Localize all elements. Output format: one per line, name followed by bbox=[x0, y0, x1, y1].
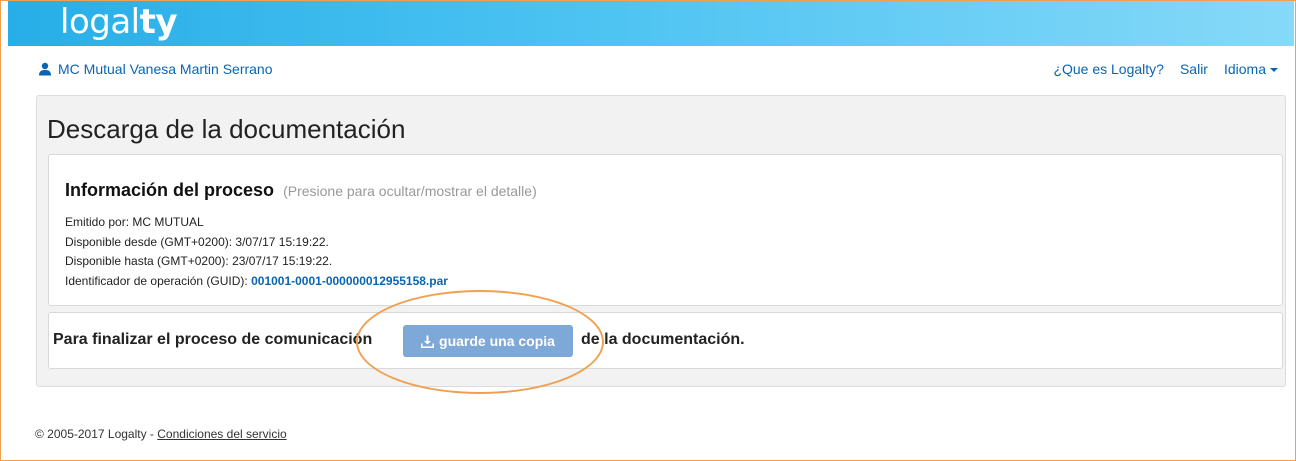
process-info-hint: (Presione para ocultar/mostrar el detall… bbox=[283, 183, 537, 199]
download-panel: Descarga de la documentación Información… bbox=[36, 95, 1286, 387]
logalty-logo: logalty bbox=[60, 2, 178, 42]
terms-link[interactable]: Condiciones del servicio bbox=[157, 427, 286, 441]
save-copy-label: guarde una copia bbox=[439, 333, 555, 349]
about-link[interactable]: ¿Que es Logalty? bbox=[1053, 61, 1164, 77]
guid-label: Identificador de operación (GUID): bbox=[65, 273, 252, 288]
process-info-title: Información del proceso bbox=[65, 180, 275, 200]
user-name: MC Mutual Vanesa Martin Serrano bbox=[58, 61, 273, 77]
user-icon bbox=[39, 62, 51, 76]
user-bar: MC Mutual Vanesa Martin Serrano ¿Que es … bbox=[8, 52, 1294, 86]
available-from: Disponible desde (GMT+0200): 3/07/17 15:… bbox=[65, 234, 329, 249]
footer: © 2005-2017 Logalty - Condiciones del se… bbox=[35, 427, 287, 441]
process-info-box: Información del proceso (Presione para o… bbox=[48, 154, 1283, 306]
save-copy-button[interactable]: guarde una copia bbox=[403, 325, 573, 357]
logout-link[interactable]: Salir bbox=[1180, 61, 1208, 77]
download-icon bbox=[421, 335, 435, 348]
top-nav: ¿Que es Logalty? Salir Idioma bbox=[1053, 61, 1278, 77]
footer-copyright: © 2005-2017 Logalty - bbox=[35, 427, 158, 441]
issued-by: Emitido por: MC MUTUAL bbox=[65, 215, 204, 229]
action-text-after: de la documentación. bbox=[581, 331, 745, 348]
page-title: Descarga de la documentación bbox=[47, 114, 406, 144]
action-text-before: Para finalizar el proceso de comunicació… bbox=[53, 331, 373, 348]
header-bar: logalty bbox=[8, 1, 1294, 46]
process-info-toggle[interactable]: Información del proceso (Presione para o… bbox=[65, 180, 537, 201]
guid-row: Identificador de operación (GUID): 00100… bbox=[65, 272, 448, 292]
process-details: Emitido por: MC MUTUAL Disponible desde … bbox=[65, 213, 448, 291]
action-box: Para finalizar el proceso de comunicació… bbox=[48, 312, 1283, 369]
guid-link[interactable]: 001001-0001-000000012955158.par bbox=[251, 274, 448, 288]
available-until: Disponible hasta (GMT+0200): 23/07/17 15… bbox=[65, 254, 333, 268]
language-label: Idioma bbox=[1223, 61, 1266, 77]
user-info[interactable]: MC Mutual Vanesa Martin Serrano bbox=[38, 61, 273, 77]
language-dropdown[interactable]: Idioma bbox=[1224, 61, 1278, 77]
caret-down-icon bbox=[1270, 68, 1278, 73]
